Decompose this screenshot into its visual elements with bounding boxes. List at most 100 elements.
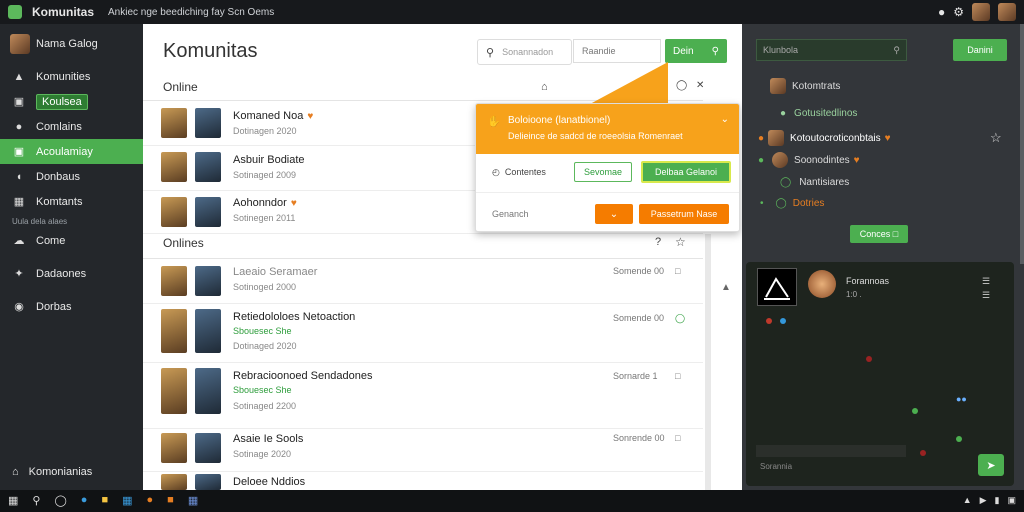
sidebar-item-label: Comlains <box>36 120 82 133</box>
sidebar-item-donbaus[interactable]: ◖ Donbaus <box>0 164 143 189</box>
sidebar-item-label: Dadaones <box>36 267 87 280</box>
member-name: Komaned Noa ♥ <box>233 110 313 122</box>
sidebar-item-come[interactable]: ☁ Come <box>0 228 143 253</box>
member-tag: Sbouesec She <box>233 385 292 395</box>
primary-button[interactable]: Delbaa Gelanoi <box>641 161 731 183</box>
message-icon[interactable]: □ <box>675 371 680 381</box>
chevron-down-icon[interactable]: ⌄ <box>721 114 729 125</box>
member-name-text: Komaned Noa <box>233 110 304 122</box>
scrollbar[interactable] <box>1020 24 1024 264</box>
menu-icon[interactable]: ☰ <box>982 290 990 301</box>
input-placeholder: Sorannia <box>760 462 793 471</box>
sidebar-user[interactable]: Nama Galog <box>0 24 143 64</box>
sidebar-item-acoulamiay[interactable]: ▣ Acoulamiay <box>0 139 143 164</box>
popup-pointer <box>590 62 668 104</box>
marker-icon <box>912 408 918 414</box>
message-icon[interactable]: □ <box>675 433 680 443</box>
table-row[interactable]: Deloee Nddios <box>143 472 703 490</box>
settings-icon[interactable]: ⚙ <box>953 5 964 19</box>
taskbar: ▦ ⚲ ◯ ● ■ ▦ ● ■ ▦ ▲ ▶ ▮ ▣ <box>0 490 1024 512</box>
member-item[interactable]: ● Kotoutocroticonbtais ♥ <box>758 130 891 146</box>
sidebar-item-komunities[interactable]: ▲ Komunities <box>0 64 143 89</box>
member-item[interactable]: ● Soonodintes ♥ <box>758 152 860 168</box>
member-name: Dotries <box>792 198 825 209</box>
video-user-name: Forannoas <box>846 276 890 286</box>
member-search-input[interactable]: Klunbola ⚲ <box>756 39 907 61</box>
refresh-icon[interactable]: ◯ <box>676 80 687 91</box>
network-icon[interactable]: ▲ <box>963 495 972 506</box>
search-input[interactable]: ⚲ Sonannadon <box>477 39 572 65</box>
sidebar: Nama Galog ▲ Komunities ▣ Koulsea ● Coml… <box>0 24 143 490</box>
add-button[interactable]: Conces □ <box>850 225 908 243</box>
plus-icon: □ <box>892 229 899 239</box>
secondary-button[interactable]: Sevomae <box>574 162 632 182</box>
message-input[interactable] <box>756 445 906 457</box>
scrollbar[interactable] <box>705 234 711 490</box>
app-icon[interactable]: ■ <box>167 494 174 507</box>
user-avatar[interactable] <box>972 3 990 21</box>
profile-avatar[interactable] <box>998 3 1016 21</box>
primary-button-label: Delbaa Gelanoi <box>654 167 718 177</box>
store-icon[interactable]: ▦ <box>122 494 132 507</box>
thumbs-up-icon: ✋ <box>487 116 501 128</box>
member-date: Sotinaged 2009 <box>233 170 297 180</box>
status-dot-icon: ● <box>758 154 765 166</box>
member-name: Asbuir Bodiate <box>233 154 305 166</box>
popup-message: Delieince de sadcd de roeeolsia Romenrae… <box>508 131 683 141</box>
submit-button[interactable]: Danini <box>953 39 1007 61</box>
app-logo-icon <box>8 5 22 19</box>
member-item[interactable]: Kotomtrats <box>770 78 840 94</box>
member-item[interactable]: • ◯ Dotries <box>760 198 824 209</box>
sidebar-item-comlains[interactable]: ● Comlains <box>0 114 143 139</box>
confirm-button[interactable]: Passetrum Nase <box>639 204 729 224</box>
sidebar-item-komtants[interactable]: ▦ Komtants <box>0 189 143 214</box>
chevron-up-icon[interactable]: ▲ <box>721 282 731 293</box>
star-icon[interactable]: ☆ <box>990 130 1002 146</box>
status-dot-icon: • <box>760 198 764 209</box>
dropdown-button[interactable]: ⌄ <box>595 204 633 224</box>
settings-icon[interactable]: ☰ <box>982 276 990 287</box>
speaker-icon[interactable]: ▶ <box>980 495 987 506</box>
star-icon[interactable]: ☆ <box>675 235 686 249</box>
start-icon[interactable]: ▦ <box>8 494 18 507</box>
sidebar-item-label: Come <box>36 234 66 247</box>
table-row[interactable]: Asaie Ie Sools Sotinage 2020 Sonrende 00… <box>143 429 703 472</box>
sidebar-item-koulsea[interactable]: ▣ Koulsea <box>0 89 143 114</box>
avatar <box>161 266 187 296</box>
search-placeholder: Sonannadon <box>502 47 554 57</box>
close-icon[interactable]: ✕ <box>696 80 704 91</box>
table-row[interactable]: Rebracioonoed Sendadones Sbouesec She So… <box>143 363 703 429</box>
add-label: Conces <box>859 229 891 239</box>
table-row[interactable]: Retiedololoes Netoaction Sbouesec She Do… <box>143 304 703 363</box>
chat-bubble-icon[interactable]: ● <box>938 5 945 19</box>
table-row[interactable]: Laeaio Seramaer Sotinoged 2000 Somende 0… <box>143 260 703 304</box>
avatar <box>195 197 221 227</box>
member-name: Retiedololoes Netoaction <box>233 311 356 323</box>
sidebar-item-dorbas[interactable]: ◉ Dorbas <box>0 294 143 319</box>
done-button[interactable]: Dein ⚲ <box>665 39 727 63</box>
divider <box>143 258 703 259</box>
notification-popup: ✋ Boloioone (lanatbionel) Delieince de s… <box>475 103 740 232</box>
task-view-icon[interactable]: ◯ <box>54 494 66 507</box>
member-item[interactable]: ● Gotusitedlinos <box>780 108 857 119</box>
info-icon[interactable]: ? <box>655 236 661 248</box>
member-item[interactable]: ◯ Nantisiares <box>780 177 849 188</box>
folder-icon[interactable]: ■ <box>101 494 108 507</box>
member-tag: Sbouesec She <box>233 326 292 336</box>
browser-icon[interactable]: ● <box>147 494 154 507</box>
online-icon[interactable]: ◯ <box>675 313 685 324</box>
notification-icon[interactable]: ▣ <box>1007 495 1016 506</box>
pin-icon[interactable]: ⌂ <box>541 81 548 93</box>
clock-icon: ◴ <box>492 167 500 177</box>
search-icon[interactable]: ⚲ <box>32 494 40 507</box>
avatar <box>161 108 187 138</box>
send-button[interactable]: ➤ <box>978 454 1004 476</box>
sidebar-footer[interactable]: ⌂ Komonianias <box>0 460 155 484</box>
battery-icon[interactable]: ▮ <box>995 495 1000 506</box>
filter-input[interactable]: Raandie <box>573 39 661 63</box>
sidebar-avatar <box>10 34 30 54</box>
message-icon[interactable]: □ <box>675 266 680 276</box>
sidebar-item-dadaones[interactable]: ✦ Dadaones <box>0 261 143 286</box>
edge-icon[interactable]: ● <box>81 494 88 507</box>
window-icon[interactable]: ▦ <box>188 494 198 507</box>
